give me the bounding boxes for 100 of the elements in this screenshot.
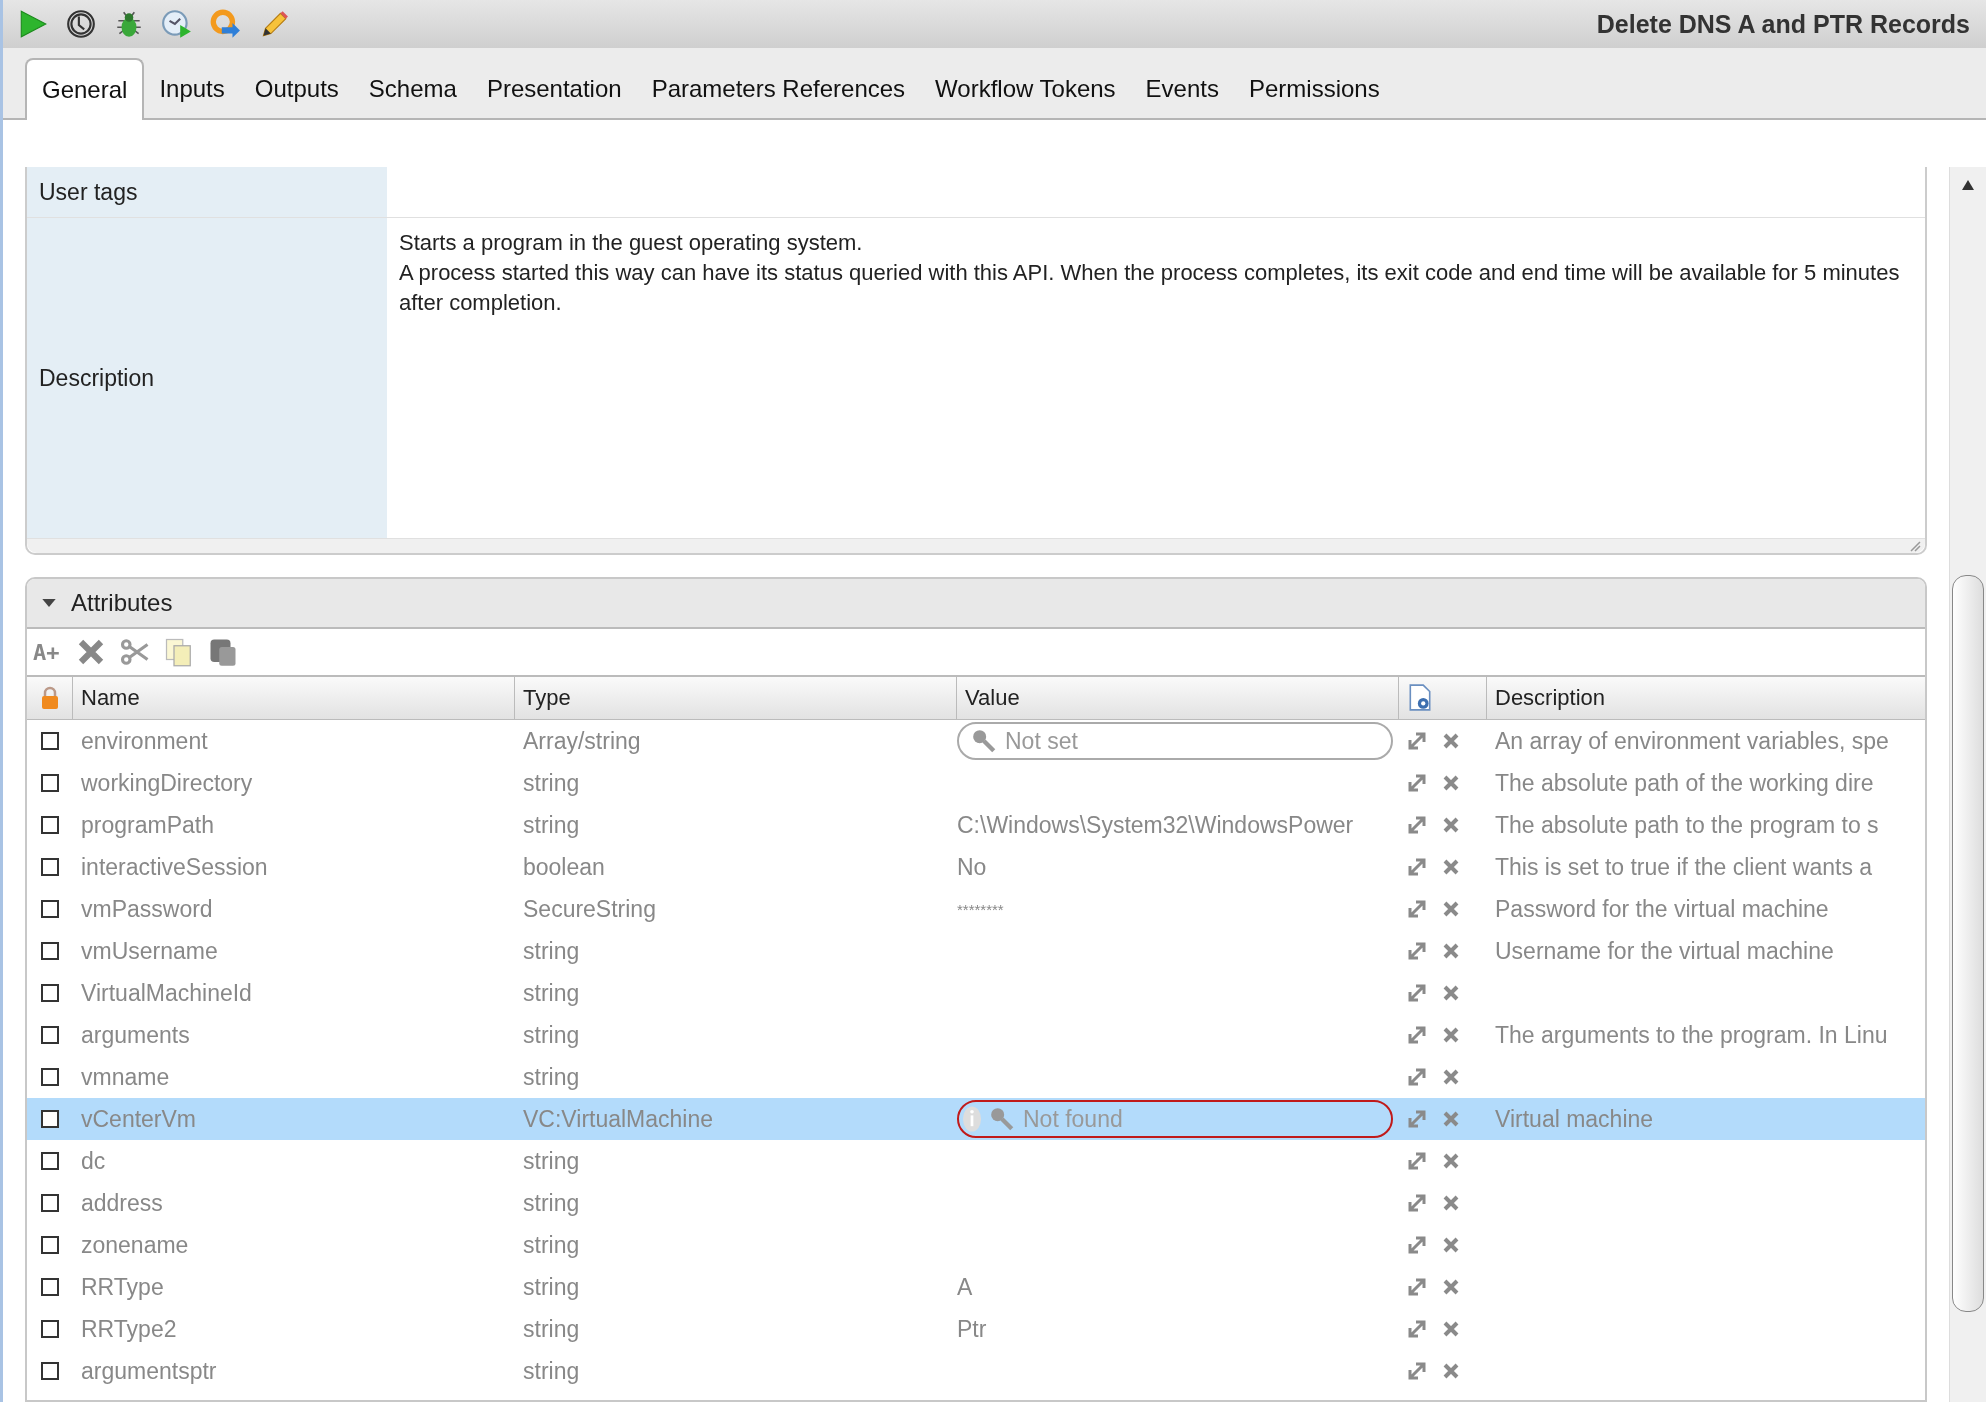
checkbox[interactable] xyxy=(41,1068,59,1086)
expand-icon[interactable] xyxy=(1407,899,1427,919)
table-cell: A xyxy=(957,1273,973,1301)
table-row[interactable]: address string xyxy=(27,1182,1925,1224)
column-header[interactable]: Description xyxy=(1487,677,1925,719)
expand-icon[interactable] xyxy=(1407,815,1427,835)
tab[interactable]: Presentation xyxy=(471,58,637,120)
expand-icon[interactable] xyxy=(1407,1151,1427,1171)
clear-icon[interactable] xyxy=(1441,1361,1461,1381)
table-cell: argumentsptr xyxy=(81,1357,217,1385)
clear-icon[interactable] xyxy=(1441,941,1461,961)
tab[interactable]: Outputs xyxy=(239,58,354,120)
clear-icon[interactable] xyxy=(1441,857,1461,877)
checkbox[interactable] xyxy=(41,1026,59,1044)
expand-icon[interactable] xyxy=(1407,1361,1427,1381)
expand-icon[interactable] xyxy=(1407,1109,1427,1129)
table-row[interactable]: argumentsptr string xyxy=(27,1350,1925,1392)
table-row[interactable]: vmname string xyxy=(27,1056,1925,1098)
clear-icon[interactable] xyxy=(1441,1193,1461,1213)
checkbox[interactable] xyxy=(41,984,59,1002)
expand-icon[interactable] xyxy=(1407,1025,1427,1045)
expand-icon[interactable] xyxy=(1407,983,1427,1003)
expand-icon[interactable] xyxy=(1407,857,1427,877)
search-icon xyxy=(989,1106,1015,1132)
column-header[interactable]: Value xyxy=(957,677,1399,719)
resize-grip-icon[interactable] xyxy=(1909,540,1921,552)
table-row[interactable]: workingDirectory string The absolute path of the working dire xyxy=(27,762,1925,804)
clock-play-icon[interactable] xyxy=(161,8,193,40)
clear-icon[interactable] xyxy=(1441,1151,1461,1171)
checkbox[interactable] xyxy=(41,1278,59,1296)
column-header[interactable]: Name xyxy=(73,677,515,719)
table-row[interactable]: arguments string The arguments to the program. In Linu xyxy=(27,1014,1925,1056)
copy-icon[interactable] xyxy=(163,637,194,667)
checkbox[interactable] xyxy=(41,774,59,792)
clear-icon[interactable] xyxy=(1441,1235,1461,1255)
checkbox[interactable] xyxy=(41,1152,59,1170)
refresh-arrow-icon[interactable] xyxy=(209,8,241,40)
clear-icon[interactable] xyxy=(1441,1109,1461,1129)
checkbox[interactable] xyxy=(41,1236,59,1254)
expand-icon[interactable] xyxy=(1407,1319,1427,1339)
tab[interactable]: Workflow Tokens xyxy=(920,58,1131,120)
placeholder: Not found xyxy=(1023,1105,1123,1133)
column-header[interactable]: Type xyxy=(515,677,957,719)
checkbox[interactable] xyxy=(41,942,59,960)
table-cell: This is set to true if the client wants a xyxy=(1495,853,1873,881)
section-title: Attributes xyxy=(71,589,173,617)
table-row[interactable]: programPath string C:\Windows\System32\WindowsPower The absolute path to the program to s xyxy=(27,804,1925,846)
checkbox[interactable] xyxy=(41,1362,59,1380)
clear-icon[interactable] xyxy=(1441,1277,1461,1297)
table-cell: string xyxy=(523,937,580,965)
tab[interactable]: Schema xyxy=(353,58,472,120)
scrollbar[interactable] xyxy=(1949,167,1986,1402)
clear-icon[interactable] xyxy=(1441,731,1461,751)
table-row[interactable]: environment Array/string Not set An array of environment variables, spe xyxy=(27,720,1925,762)
expand-icon[interactable] xyxy=(1407,773,1427,793)
clear-icon[interactable] xyxy=(1441,1319,1461,1339)
table-row[interactable]: RRType2 string Ptr xyxy=(27,1308,1925,1350)
table-row[interactable]: dc string xyxy=(27,1140,1925,1182)
clear-icon[interactable] xyxy=(1441,815,1461,835)
window-title: Delete DNS A and PTR Records xyxy=(1596,9,1970,39)
search-field[interactable]: Not found xyxy=(957,1100,1393,1138)
table-row[interactable]: vCenterVm VC:VirtualMachine Not found Virtual machine xyxy=(27,1098,1925,1140)
checkbox[interactable] xyxy=(41,732,59,750)
description-field[interactable]: Starts a program in the guest operating system. A process started this way can have its status queried with this API. When the process completes, its exit code and end time will be available for 5 minutes after completion. xyxy=(387,218,1925,538)
table-row[interactable]: vmPassword SecureString ******** Password for the virtual machine xyxy=(27,888,1925,930)
search-field[interactable]: Not set xyxy=(957,722,1393,760)
scroll-up-icon[interactable] xyxy=(1961,179,1975,191)
expand-icon[interactable] xyxy=(1407,731,1427,751)
expand-icon[interactable] xyxy=(1407,1193,1427,1213)
clear-icon[interactable] xyxy=(1441,899,1461,919)
expand-icon[interactable] xyxy=(1407,1235,1427,1255)
tab[interactable]: General xyxy=(25,58,145,120)
checkbox[interactable] xyxy=(41,1194,59,1212)
clear-icon[interactable] xyxy=(1441,1025,1461,1045)
checkbox[interactable] xyxy=(41,816,59,834)
checkbox[interactable] xyxy=(41,1320,59,1338)
scissors-icon[interactable] xyxy=(119,637,150,667)
clear-icon[interactable] xyxy=(1441,983,1461,1003)
expand-icon[interactable] xyxy=(1407,1277,1427,1297)
table-cell: string xyxy=(523,979,580,1007)
clear-icon[interactable] xyxy=(1441,1067,1461,1087)
clear-icon[interactable] xyxy=(1441,773,1461,793)
table-row[interactable]: VirtualMachineId string xyxy=(27,972,1925,1014)
table-cell: vmUsername xyxy=(81,937,218,965)
expand-icon[interactable] xyxy=(1407,941,1427,961)
add-attribute-button[interactable]: A+ xyxy=(31,639,62,665)
table-row[interactable]: zonename string xyxy=(27,1224,1925,1266)
table-row[interactable]: RRType string A xyxy=(27,1266,1925,1308)
table-row[interactable]: vmUsername string Username for the virtual machine xyxy=(27,930,1925,972)
clock-icon[interactable] xyxy=(65,8,97,40)
tab[interactable]: Permissions xyxy=(1234,58,1395,120)
tab[interactable]: Events xyxy=(1130,58,1234,120)
table-row[interactable]: interactiveSession boolean No This is set to true if the client wants a xyxy=(27,846,1925,888)
checkbox[interactable] xyxy=(41,900,59,918)
expand-icon[interactable] xyxy=(1407,1067,1427,1087)
table-cell: An array of environment variables, spe xyxy=(1495,727,1889,755)
tab[interactable]: Parameters References xyxy=(636,58,921,120)
checkbox[interactable] xyxy=(41,1110,59,1128)
tab[interactable]: Inputs xyxy=(144,58,240,120)
checkbox[interactable] xyxy=(41,858,59,876)
